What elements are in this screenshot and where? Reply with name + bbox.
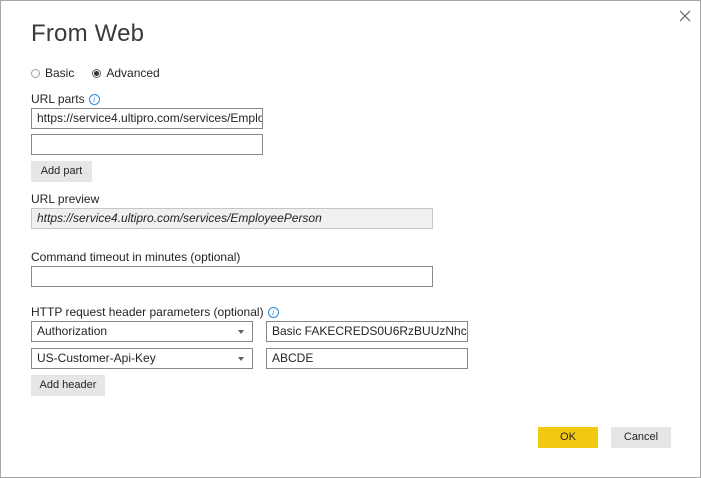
header-name-value: Authorization	[37, 324, 108, 338]
ok-button[interactable]: OK	[538, 427, 598, 448]
close-icon[interactable]	[678, 9, 692, 23]
timeout-label: Command timeout in minutes (optional)	[31, 250, 241, 264]
header-value-input-2[interactable]: ABCDE	[266, 348, 468, 369]
radio-basic-indicator[interactable]	[31, 68, 40, 78]
cancel-button[interactable]: Cancel	[611, 427, 671, 448]
header-name-select-1[interactable]: Authorization	[31, 321, 253, 342]
add-header-button[interactable]: Add header	[31, 375, 105, 396]
headers-label: HTTP request header parameters (optional…	[31, 305, 264, 319]
info-icon: i	[88, 94, 100, 106]
from-web-dialog: From Web Basic Advanced URL parts i https…	[0, 0, 701, 478]
timeout-input[interactable]	[31, 266, 433, 287]
add-part-button[interactable]: Add part	[31, 161, 92, 182]
chevron-down-icon[interactable]	[238, 329, 244, 334]
header-name-value: US-Customer-Api-Key	[37, 351, 156, 365]
url-preview-label: URL preview	[31, 192, 100, 206]
url-preview-field: https://service4.ultipro.com/services/Em…	[31, 208, 433, 229]
url-parts-label-row: URL parts i	[31, 92, 100, 106]
info-icon: i	[267, 307, 279, 319]
radio-basic-label: Basic	[45, 66, 75, 80]
radio-basic[interactable]: Basic	[31, 66, 74, 80]
radio-advanced-indicator[interactable]	[92, 68, 102, 78]
url-part-input-1[interactable]: https://service4.ultipro.com/services/Em…	[31, 108, 263, 129]
chevron-down-icon[interactable]	[238, 356, 244, 361]
headers-label-row: HTTP request header parameters (optional…	[31, 305, 279, 319]
url-parts-label: URL parts	[31, 92, 85, 106]
dialog-title: From Web	[31, 20, 145, 47]
mode-radio-group: Basic Advanced	[31, 66, 178, 80]
url-part-input-2[interactable]	[31, 134, 263, 155]
header-value-input-1[interactable]: Basic FAKECREDS0U6RzBUUzNhczBu	[266, 321, 468, 342]
radio-advanced-label: Advanced	[106, 66, 160, 80]
header-name-select-2[interactable]: US-Customer-Api-Key	[31, 348, 253, 369]
radio-advanced[interactable]: Advanced	[92, 66, 160, 80]
